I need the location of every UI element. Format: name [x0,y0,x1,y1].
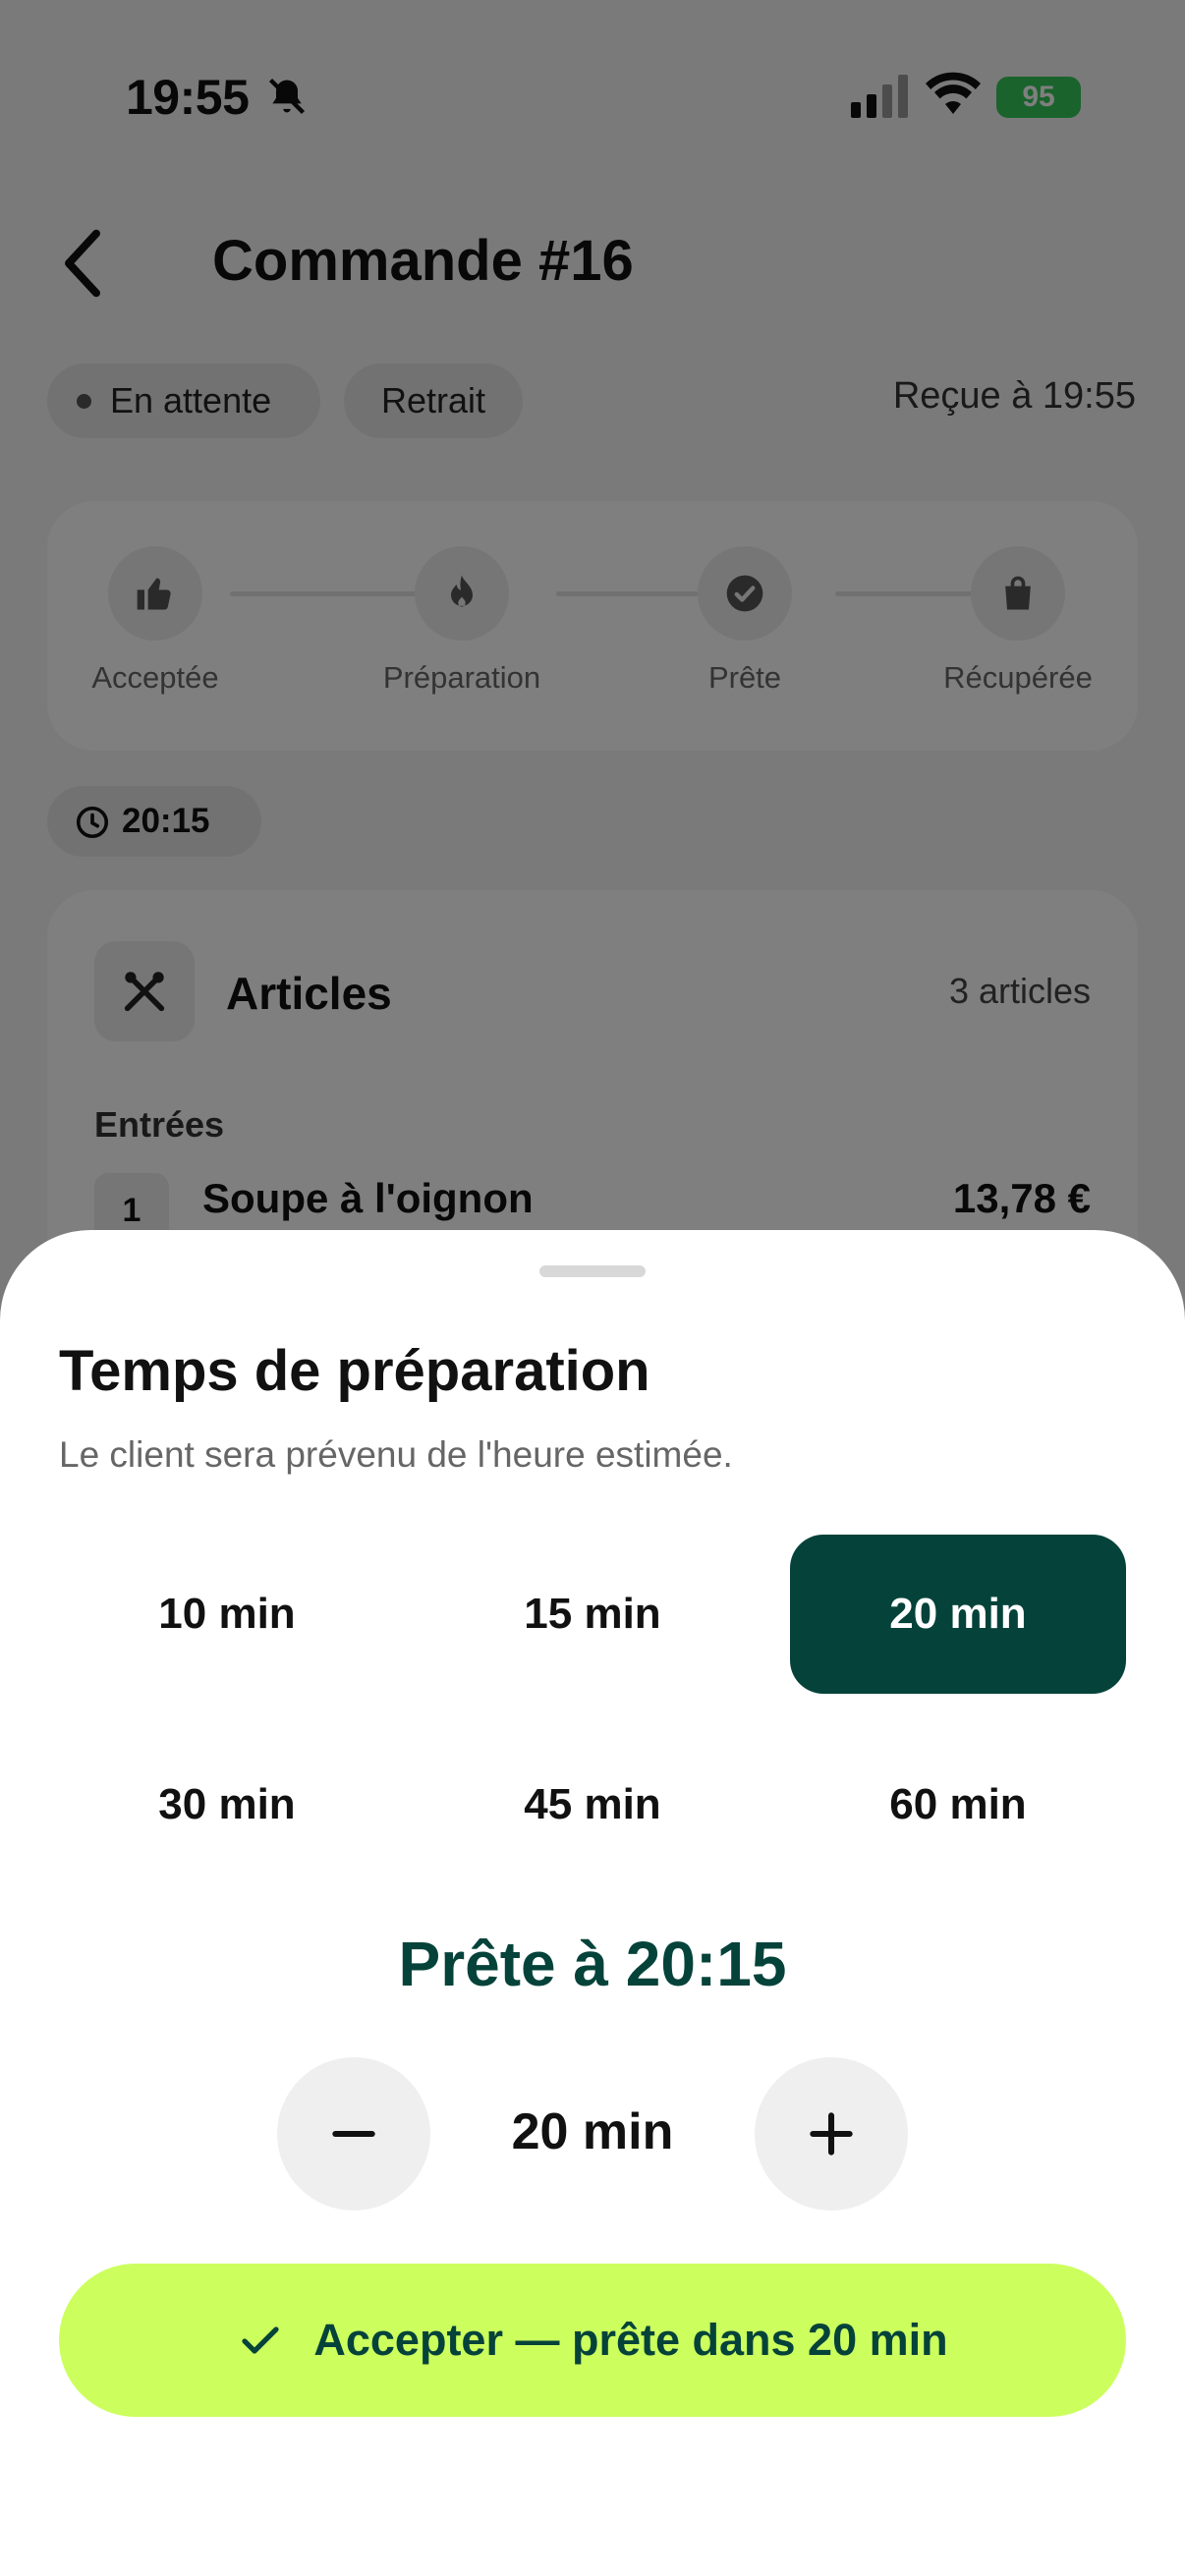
ready-time-label: Prête à 20:15 [398,1929,787,1999]
time-option-60[interactable]: 60 min [790,1725,1126,1884]
accept-button-label: Accepter — prête dans 20 min [313,2315,948,2365]
sheet-title: Temps de préparation [59,1339,650,1403]
time-option-15[interactable]: 15 min [424,1535,761,1694]
decrease-button[interactable] [277,2057,430,2211]
sheet-grabber[interactable] [539,1265,646,1277]
increase-button[interactable] [755,2057,908,2211]
time-option-10[interactable]: 10 min [59,1535,395,1694]
sheet-subtitle: Le client sera prévenu de l'heure estimé… [59,1434,733,1475]
plus-icon [810,2112,853,2156]
prep-time-sheet: Temps de préparation Le client sera prév… [0,1230,1185,2576]
minus-icon [332,2130,375,2138]
time-option-30[interactable]: 30 min [59,1725,395,1884]
time-option-20[interactable]: 20 min [790,1535,1126,1694]
stepper-value: 20 min [511,2103,674,2160]
accept-button[interactable]: Accepter — prête dans 20 min [59,2264,1126,2417]
time-option-45[interactable]: 45 min [424,1725,761,1884]
checkmark-icon [242,2326,279,2354]
